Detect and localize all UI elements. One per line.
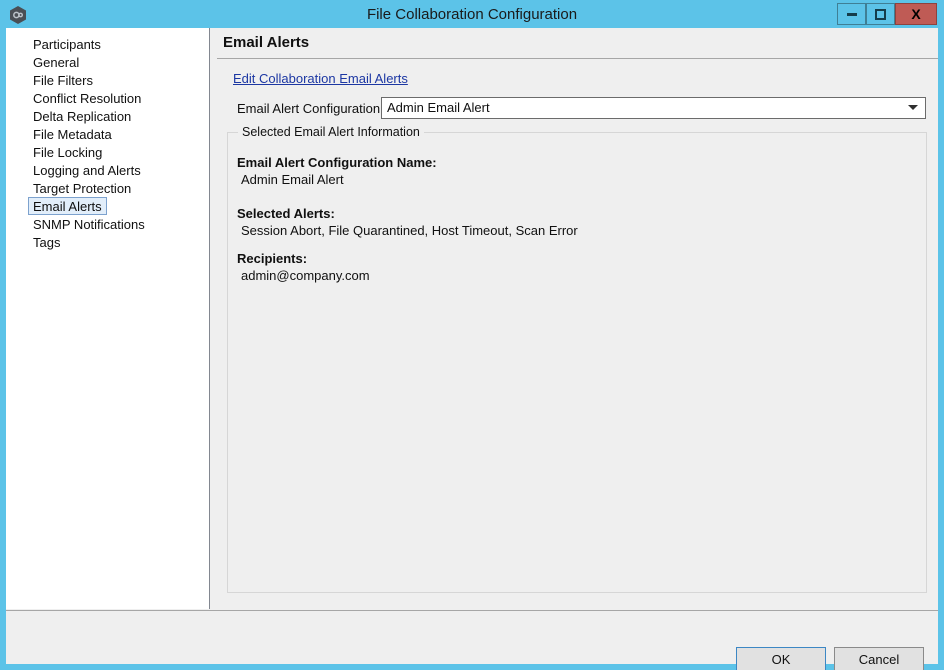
dialog-footer: OK Cancel — [6, 611, 938, 670]
sidebar-item-label: Tags — [33, 235, 61, 250]
selected-email-alert-information-group: Selected Email Alert Information Email A… — [227, 125, 927, 593]
sidebar-item-email-alerts[interactable]: Email Alerts — [6, 197, 209, 215]
ok-button[interactable]: OK — [736, 647, 826, 670]
maximize-button[interactable] — [866, 3, 895, 25]
config-name-heading: Email Alert Configuration Name: — [237, 155, 437, 170]
window-title: File Collaboration Configuration — [366, 6, 578, 23]
sidebar-item-label: Participants — [33, 37, 101, 52]
sidebar-item-general[interactable]: General — [6, 53, 209, 71]
page-title: Email Alerts — [223, 34, 310, 51]
minimize-icon — [846, 12, 857, 16]
sidebar-item-target-protection[interactable]: Target Protection — [6, 179, 209, 197]
selected-alerts-heading: Selected Alerts: — [237, 206, 335, 221]
close-icon: X — [911, 6, 921, 22]
maximize-icon — [875, 8, 886, 20]
minimize-button[interactable] — [837, 3, 866, 25]
sidebar-item-file-filters[interactable]: File Filters — [6, 71, 209, 89]
sidebar-item-label: Target Protection — [33, 181, 132, 196]
select-value: Admin Email Alert — [387, 100, 490, 115]
sidebar-item-participants[interactable]: Participants — [6, 35, 209, 53]
sidebar-item-snmp-notifications[interactable]: SNMP Notifications — [6, 215, 209, 233]
group-legend: Selected Email Alert Information — [238, 125, 424, 139]
sidebar-item-file-metadata[interactable]: File Metadata — [6, 125, 209, 143]
sidebar-item-label: Email Alerts — [28, 197, 107, 215]
title-divider — [217, 58, 938, 59]
close-button[interactable]: X — [895, 3, 937, 25]
client-area: Participants General File Filters Confli… — [6, 28, 938, 670]
sidebar-item-conflict-resolution[interactable]: Conflict Resolution — [6, 89, 209, 107]
sidebar-item-label: Logging and Alerts — [33, 163, 141, 178]
recipients-heading: Recipients: — [237, 251, 308, 266]
sidebar-item-label: File Metadata — [33, 127, 112, 142]
recipients-block: Recipients: admin@company.com — [237, 251, 370, 283]
sidebar-item-delta-replication[interactable]: Delta Replication — [6, 107, 209, 125]
config-name-block: Email Alert Configuration Name: Admin Em… — [237, 155, 437, 187]
cancel-button[interactable]: Cancel — [834, 647, 924, 670]
sidebar-item-file-locking[interactable]: File Locking — [6, 143, 209, 161]
dialog-window: File Collaboration Configuration X Parti… — [0, 0, 944, 670]
title-bar: File Collaboration Configuration X — [0, 0, 944, 30]
email-alert-configuration-label: Email Alert Configuration: — [237, 101, 384, 116]
sidebar-item-label: File Filters — [33, 73, 93, 88]
sidebar-item-label: Delta Replication — [33, 109, 132, 124]
recipients-value: admin@company.com — [241, 268, 370, 283]
sidebar-item-logging-and-alerts[interactable]: Logging and Alerts — [6, 161, 209, 179]
sidebar-item-label: Conflict Resolution — [33, 91, 142, 106]
selected-alerts-value: Session Abort, File Quarantined, Host Ti… — [241, 223, 578, 238]
config-name-value: Admin Email Alert — [241, 172, 344, 187]
sidebar-item-tags[interactable]: Tags — [6, 233, 209, 251]
email-alert-configuration-select[interactable]: Admin Email Alert — [381, 97, 926, 119]
sidebar-item-label: General — [33, 55, 80, 70]
edit-collaboration-email-alerts-link[interactable]: Edit Collaboration Email Alerts — [233, 71, 408, 86]
sidebar-item-label: SNMP Notifications — [33, 217, 145, 232]
settings-nav-list[interactable]: Participants General File Filters Confli… — [6, 28, 210, 609]
sidebar-item-label: File Locking — [33, 145, 103, 160]
selected-alerts-block: Selected Alerts: Session Abort, File Qua… — [237, 206, 578, 238]
chevron-down-icon — [908, 105, 918, 110]
main-panel: Email Alerts Edit Collaboration Email Al… — [211, 28, 938, 609]
